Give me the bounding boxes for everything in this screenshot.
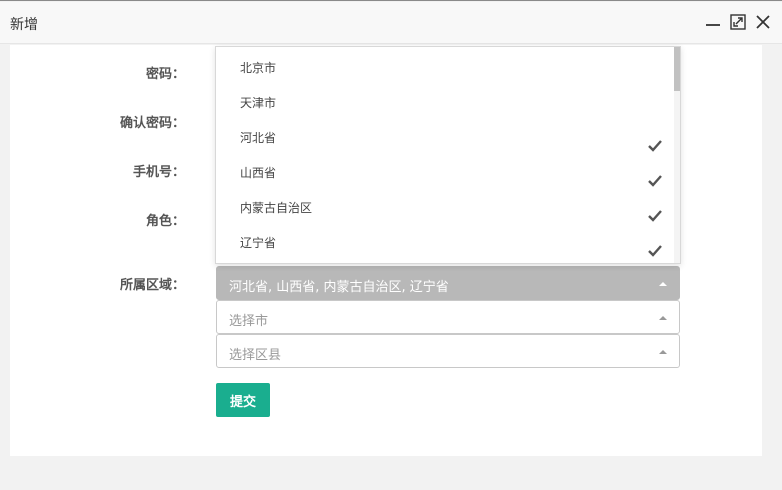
dialog-window: 新增 密码： 确认密码： 手机号： 角色： 所属区域： 河北省, 山西省, 内蒙…: [0, 0, 782, 490]
dropdown-item-label: 辽宁省: [240, 236, 277, 250]
region-label: 所属区域：: [119, 278, 185, 293]
caret-up-icon: [659, 282, 667, 286]
role-label: 角色：: [145, 214, 185, 229]
password-label: 密码：: [145, 67, 185, 82]
phone-label: 手机号：: [132, 165, 185, 180]
dropdown-scroll-thumb[interactable]: [674, 47, 680, 91]
region-dropdown[interactable]: 北京市 天津市 河北省 山西省 内蒙古自治区 辽宁省: [215, 46, 681, 264]
county-select-placeholder: 选择区县: [229, 348, 282, 363]
minimize-icon[interactable]: [702, 11, 724, 33]
dropdown-item-label: 河北省: [240, 131, 277, 145]
city-select-placeholder: 选择市: [229, 314, 269, 329]
dropdown-item-label: 山西省: [240, 166, 277, 180]
dropdown-item[interactable]: 辽宁省: [216, 226, 676, 261]
dropdown-item[interactable]: 河北省: [216, 121, 676, 156]
dropdown-scrollbar[interactable]: [674, 47, 680, 263]
dialog-titlebar[interactable]: 新增: [0, 2, 782, 44]
county-select[interactable]: 选择区县: [216, 334, 680, 368]
form-content: 密码： 确认密码： 手机号： 角色： 所属区域： 河北省, 山西省, 内蒙古自治…: [10, 45, 762, 456]
region-select[interactable]: 河北省, 山西省, 内蒙古自治区, 辽宁省: [216, 266, 680, 300]
dropdown-item-label: 北京市: [240, 61, 277, 75]
city-select[interactable]: 选择市: [216, 300, 680, 334]
confirm-password-label: 确认密码：: [119, 116, 185, 131]
dropdown-item[interactable]: 山西省: [216, 156, 676, 191]
caret-up-icon: [659, 316, 667, 320]
dropdown-item-label: 天津市: [240, 96, 277, 110]
submit-button[interactable]: 提交: [216, 383, 270, 417]
region-select-value: 河北省, 山西省, 内蒙古自治区, 辽宁省: [229, 280, 449, 295]
check-icon: [648, 236, 662, 263]
dropdown-item[interactable]: 内蒙古自治区: [216, 191, 676, 226]
maximize-icon[interactable]: [727, 11, 749, 33]
close-icon[interactable]: [752, 11, 774, 33]
dropdown-item[interactable]: 天津市: [216, 86, 676, 121]
dropdown-item[interactable]: 北京市: [216, 51, 676, 86]
dropdown-item-label: 内蒙古自治区: [240, 201, 313, 215]
dialog-title: 新增: [10, 17, 38, 33]
caret-up-icon: [659, 350, 667, 354]
